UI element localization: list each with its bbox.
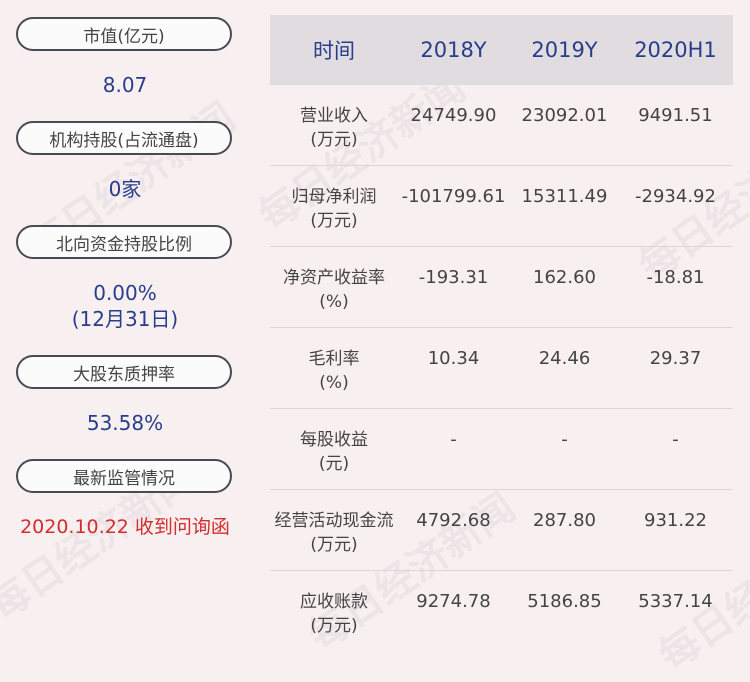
market-cap-label: 市值(亿元) [16, 17, 232, 51]
table-header: 时间 2018Y 2019Y 2020H1 [270, 15, 733, 85]
row-label-text: 归母净利润 [291, 187, 377, 207]
row-label-unit: (万元) [310, 535, 358, 555]
row-label-text: 净资产收益率 [283, 268, 385, 288]
row-label: 毛利率 (%) [270, 328, 398, 395]
table-cell: 5186.85 [527, 591, 602, 612]
table-cell: 4792.68 [416, 510, 491, 531]
northbound-ratio-date: (12月31日) [71, 307, 179, 331]
row-label-unit: (万元) [310, 211, 358, 231]
table-cell: - [450, 429, 457, 450]
table-cell: 9491.51 [638, 105, 713, 126]
row-label-text: 经营活动现金流 [274, 511, 394, 531]
row-label-unit: (万元) [310, 130, 358, 150]
row-label-text: 营业收入 [300, 106, 368, 126]
table-cell: 5337.14 [638, 591, 713, 612]
row-label-text: 应收账款 [300, 592, 368, 612]
table-row: 经营活动现金流 (万元) 4792.68 287.80 931.22 [270, 490, 733, 571]
table-cell: 23092.01 [521, 105, 608, 126]
row-label: 应收账款 (万元) [270, 571, 398, 638]
header-2018y: 2018Y [420, 38, 487, 62]
pledge-ratio-value: 53.58% [86, 411, 164, 435]
institution-holding-label: 机构持股(占流通盘) [16, 121, 232, 155]
regulation-value: 2020.10.22 收到问询函 [20, 516, 230, 538]
table-cell: -18.81 [646, 267, 705, 288]
row-label-text: 每股收益 [300, 430, 368, 450]
table-cell: 10.34 [427, 348, 480, 369]
row-label-unit: (%) [319, 373, 349, 393]
table-cell: 24.46 [538, 348, 591, 369]
table-row: 营业收入 (万元) 24749.90 23092.01 9491.51 [270, 85, 733, 166]
financial-table: 时间 2018Y 2019Y 2020H1 营业收入 (万元) 24749.90… [270, 15, 733, 652]
table-cell: -101799.61 [401, 186, 506, 207]
table-cell: 287.80 [533, 510, 596, 531]
table-cell: -193.31 [418, 267, 489, 288]
table-cell: 24749.90 [410, 105, 497, 126]
table-cell: 931.22 [644, 510, 707, 531]
row-label-unit: (%) [319, 292, 349, 312]
table-row: 净资产收益率 (%) -193.31 162.60 -18.81 [270, 247, 733, 328]
table-cell: - [672, 429, 679, 450]
header-2020h1: 2020H1 [634, 38, 717, 62]
table-row: 应收账款 (万元) 9274.78 5186.85 5337.14 [270, 571, 733, 652]
stock-summary-panel: 市值(亿元) 8.07 机构持股(占流通盘) 0家 北向资金持股比例 0.00%… [0, 0, 250, 667]
row-label-unit: (元) [318, 454, 350, 474]
market-cap-value: 8.07 [102, 73, 148, 97]
table-cell: -2934.92 [635, 186, 716, 207]
row-label: 净资产收益率 (%) [270, 247, 398, 314]
row-label: 营业收入 (万元) [270, 85, 398, 152]
northbound-ratio-value: 0.00% [93, 281, 157, 305]
table-cell: 9274.78 [416, 591, 491, 612]
northbound-ratio-label: 北向资金持股比例 [16, 225, 232, 259]
table-row: 归母净利润 (万元) -101799.61 15311.49 -2934.92 [270, 166, 733, 247]
header-2019y: 2019Y [531, 38, 598, 62]
row-label: 经营活动现金流 (万元) [270, 490, 398, 557]
table-row: 毛利率 (%) 10.34 24.46 29.37 [270, 328, 733, 409]
table-cell: - [561, 429, 568, 450]
row-label: 每股收益 (元) [270, 409, 398, 476]
table-row: 每股收益 (元) - - - [270, 409, 733, 490]
table-cell: 15311.49 [521, 186, 608, 207]
regulation-label: 最新监管情况 [16, 459, 232, 493]
table-cell: 162.60 [533, 267, 596, 288]
table-cell: 29.37 [649, 348, 702, 369]
institution-holding-value: 0家 [108, 177, 142, 201]
row-label: 归母净利润 (万元) [270, 166, 398, 233]
row-label-unit: (万元) [310, 616, 358, 636]
header-period: 时间 [313, 39, 355, 63]
pledge-ratio-label: 大股东质押率 [16, 355, 232, 389]
row-label-text: 毛利率 [308, 349, 360, 369]
